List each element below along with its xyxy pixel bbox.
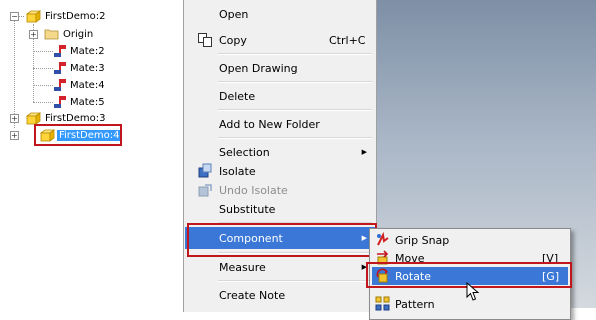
tree-node-label: Mate:3 — [70, 62, 105, 74]
submenu-item-label: Pattern — [395, 297, 435, 311]
tree-node-label: Mate:2 — [70, 45, 105, 57]
tree-line — [14, 18, 15, 128]
menu-item-label: Substitute — [219, 202, 276, 216]
menu-item-label: Create Note — [219, 288, 286, 302]
submenu-item-label: Grip Snap — [395, 233, 450, 247]
folder-icon — [44, 29, 59, 40]
grip-snap-icon — [377, 232, 389, 246]
menu-item-label: Open — [219, 7, 249, 21]
menu-separator — [218, 109, 372, 111]
tree-node-label: Mate:5 — [70, 96, 105, 108]
tree-node-label: FirstDemo:3 — [45, 112, 106, 124]
menu-item-open-drawing[interactable]: Open Drawing — [185, 57, 375, 79]
menu-item-label: Delete — [219, 89, 256, 103]
menu-separator — [218, 280, 372, 282]
menu-item-label: Undo Isolate — [219, 183, 288, 197]
menu-item-add-to-new-folder[interactable]: Add to New Folder — [185, 113, 375, 135]
annotation-highlight-box — [187, 223, 377, 257]
menu-item-label: Selection — [219, 145, 270, 159]
menu-separator — [218, 81, 372, 83]
mate-icon — [54, 79, 66, 91]
submenu-item-grip-snap[interactable]: Grip Snap — [372, 231, 568, 249]
tree-node-label: Origin — [63, 28, 94, 40]
assembly-icon — [26, 9, 41, 23]
menu-item-isolate[interactable]: Isolate — [185, 161, 375, 181]
mate-icon — [54, 45, 66, 57]
context-menu: Open Copy Ctrl+C Open Drawing Delete Add… — [183, 0, 377, 312]
menu-item-substitute[interactable]: Substitute — [185, 199, 375, 219]
menu-item-label: Open Drawing — [219, 61, 298, 75]
menu-item-delete[interactable]: Delete — [185, 85, 375, 107]
menu-item-copy[interactable]: Copy Ctrl+C — [185, 29, 375, 51]
tree-line — [33, 68, 53, 69]
pattern-icon — [375, 296, 390, 311]
shortcut-text: Ctrl+C — [329, 33, 366, 47]
menu-item-measure[interactable]: Measure ▶ — [185, 256, 375, 278]
mate-icon — [54, 96, 66, 108]
isolate-icon — [198, 163, 212, 178]
model-browser: − FirstDemo:2 + Origin Mate:2 Mate:3 Mat… — [0, 0, 184, 308]
menu-separator — [218, 137, 372, 139]
tree-node-firstdemo-2[interactable]: FirstDemo:2 — [26, 8, 108, 24]
tree-node-mate-4[interactable]: Mate:4 — [53, 77, 107, 93]
menu-item-label: Measure — [219, 260, 266, 274]
expand-toggle[interactable]: + — [10, 131, 19, 140]
tree-node-mate-5[interactable]: Mate:5 — [53, 94, 107, 110]
tree-line — [33, 51, 53, 52]
tree-line — [33, 85, 53, 86]
menu-item-create-note[interactable]: Create Note — [185, 284, 375, 306]
tree-node-origin[interactable]: Origin — [44, 26, 95, 42]
mouse-cursor-icon — [466, 282, 480, 301]
submenu-arrow-icon: ▶ — [361, 148, 367, 156]
menu-item-label: Copy — [219, 33, 247, 47]
copy-icon — [198, 33, 212, 47]
tree-line — [33, 102, 53, 103]
assembly-icon — [26, 111, 41, 125]
tree-node-label: FirstDemo:2 — [45, 10, 106, 22]
menu-item-label: Add to New Folder — [219, 117, 320, 131]
undo-isolate-icon — [198, 184, 212, 197]
collapse-toggle[interactable]: − — [10, 12, 19, 21]
annotation-highlight-box — [34, 124, 122, 146]
mate-icon — [54, 62, 66, 74]
tree-node-label: Mate:4 — [70, 79, 105, 91]
menu-item-undo-isolate: Undo Isolate — [185, 180, 375, 200]
expand-toggle[interactable]: + — [10, 114, 19, 123]
expand-toggle[interactable]: + — [29, 30, 38, 39]
menu-separator — [218, 53, 372, 55]
menu-item-open[interactable]: Open — [185, 3, 375, 25]
tree-node-mate-2[interactable]: Mate:2 — [53, 43, 107, 59]
menu-item-selection[interactable]: Selection ▶ — [185, 142, 375, 162]
tree-node-mate-3[interactable]: Mate:3 — [53, 60, 107, 76]
menu-item-label: Isolate — [219, 164, 256, 178]
